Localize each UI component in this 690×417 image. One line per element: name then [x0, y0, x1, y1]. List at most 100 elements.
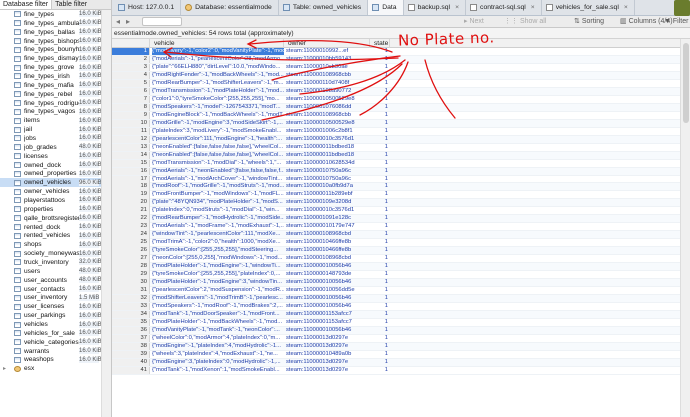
cell-vehicle[interactable]: {"modTransmission":-1,"modPlateHolder":-…	[152, 88, 284, 95]
cell-owner[interactable]: steam:11000010cb30ae	[286, 64, 370, 71]
table-row[interactable]: 13 {"neonEnabled":[false,false,false,fals…	[112, 143, 680, 152]
table-row[interactable]: 23 {"modAerials":-1,"modFrame":-1,"modExh…	[112, 223, 680, 232]
cell-state[interactable]: 1	[372, 136, 388, 143]
cell-state[interactable]: 1	[372, 351, 388, 358]
column-header-vehicle[interactable]: vehicle	[152, 39, 284, 48]
cell-owner[interactable]: steam:1100000148793de	[286, 271, 370, 278]
table-tree-item[interactable]: truck_inventory 32.0 KiB	[0, 258, 111, 267]
cell-vehicle[interactable]: {"modRearBumper":-1,"modHydrolic":-1,"mo…	[152, 215, 284, 222]
table-tree-item[interactable]: properties 16.0 KiB	[0, 205, 111, 214]
cell-vehicle[interactable]: {"modGrille":-1,"modEngine":3,"modSideSk…	[152, 120, 284, 127]
query-tab[interactable]: Database: essentialmode	[181, 0, 279, 15]
cell-owner[interactable]: steam:11000010bb59143	[286, 56, 370, 63]
table-row[interactable]: 16 {"modAerials":-1,"neonEnabled":[false,…	[112, 167, 680, 176]
cell-state[interactable]: 1	[372, 263, 388, 270]
cell-state[interactable]: 1	[372, 56, 388, 63]
table-tree-item[interactable]: fine_types_rodriguez 16.0 KiB	[0, 99, 111, 108]
cell-vehicle[interactable]: {"wheels":3,"plateIndex":4,"modExhaust":…	[152, 351, 284, 358]
cell-owner[interactable]: steam:11000013d0297e	[286, 359, 370, 366]
table-row[interactable]: 14 {"neonEnabled":[false,false,false,fals…	[112, 151, 680, 160]
cell-owner[interactable]: steam:110000011bdbed18	[286, 152, 370, 159]
table-row[interactable]: 2 {"modAerials":-1,"pearlescentColor":28,…	[112, 55, 680, 64]
table-row[interactable]: 36 {"modVanityPlate":-1,"modTank":-1,"neo…	[112, 326, 680, 335]
table-tree-item[interactable]: licenses 16.0 KiB	[0, 152, 111, 161]
cell-vehicle[interactable]: {"pearlescentColor":111,"modEngine":-1,"…	[152, 136, 284, 143]
cell-owner[interactable]: steam:110000010628534d	[286, 160, 370, 167]
cell-state[interactable]: 1	[372, 239, 388, 246]
table-row[interactable]: 39 {"wheels":3,"plateIndex":4,"modExhaust…	[112, 350, 680, 359]
table-tree-item[interactable]: owned_vehicles 96.0 KiB	[0, 178, 111, 188]
table-tree-item[interactable]: rented_dock 16.0 KiB	[0, 223, 111, 232]
cell-owner[interactable]: steam:11000001153afcc7	[286, 311, 370, 318]
next-button[interactable]: ▸ Next	[464, 16, 484, 28]
table-tree-item[interactable]: fine_types_bounyh... 16.0 KiB	[0, 45, 111, 54]
cell-state[interactable]: 1	[372, 191, 388, 198]
cell-owner[interactable]: steam:110000108968cbd	[286, 255, 370, 262]
table-row[interactable]: 27 {"neonColor":[255,0,255],"modWindows":…	[112, 255, 680, 264]
table-tree-item[interactable]: weashops 16.0 KiB	[0, 356, 111, 365]
cell-vehicle[interactable]: {"modSpeakers":-1,"modRoof":-1,"modBrake…	[152, 303, 284, 310]
cell-state[interactable]: 1	[372, 327, 388, 334]
cell-owner[interactable]: steam:110000010056b46	[286, 279, 370, 286]
cell-owner[interactable]: steam:110000010056b46	[286, 303, 370, 310]
cell-state[interactable]: 1	[372, 72, 388, 79]
cell-vehicle[interactable]: {"modTrimA":-1,"color2":0,"health":1000,…	[152, 239, 284, 246]
expand-icon[interactable]: ▸	[3, 365, 6, 372]
close-tab-icon[interactable]: ×	[531, 0, 535, 15]
cell-vehicle[interactable]: {"modPlateHolder":-1,"modEngine":-1,"win…	[152, 263, 284, 270]
table-row[interactable]: 11 {"plateIndex":3,"modLivery":-1,"modSmo…	[112, 127, 680, 136]
cell-state[interactable]: 1	[372, 223, 388, 230]
table-row[interactable]: 10 {"modGrille":-1,"modEngine":3,"modSide…	[112, 119, 680, 128]
cell-state[interactable]: 1	[372, 168, 388, 175]
cell-vehicle[interactable]: {"modAerials":-1,"pearlescentColor":28,"…	[152, 56, 284, 63]
cell-vehicle[interactable]: {"plateIndex":0,"modStruts":-1,"modDial"…	[152, 207, 284, 214]
table-row[interactable]: 30 {"modPlateHolder":-1,"modEngine":3,"wi…	[112, 279, 680, 288]
table-row[interactable]: 22 {"modRearBumper":-1,"modHydrolic":-1,"…	[112, 215, 680, 224]
table-tree-item[interactable]: job_grades 48.0 KiB	[0, 143, 111, 152]
cell-vehicle[interactable]: {"modRearBumper":-1,"modShifterLeavers":…	[152, 80, 284, 87]
cell-vehicle[interactable]: {"modEngine":3,"plateIndex":0,"modHydrol…	[152, 359, 284, 366]
table-row[interactable]: 29 {"tyreSmokeColor":[255,255,255],"plate…	[112, 271, 680, 280]
cell-owner[interactable]: steam:11000010750a96c	[286, 168, 370, 175]
cell-owner[interactable]: steam:1100001076086dd	[286, 104, 370, 111]
cell-vehicle[interactable]: {"color1":0,"tyreSmokeColor":[255,255,25…	[152, 96, 284, 103]
show-all-button[interactable]: ⋮⋮ Show all	[504, 16, 546, 28]
cell-vehicle[interactable]: {"plate":"66ELH880","dirtLevel":10.0,"mo…	[152, 64, 284, 71]
cell-vehicle[interactable]: {"tyreSmokeColor":[255,255,255],"modStee…	[152, 247, 284, 254]
cell-vehicle[interactable]: {"modTank":-1,"modDoorSpeaker":-1,"modFr…	[152, 311, 284, 318]
cell-vehicle[interactable]: {"modTransmission":-1,"modDial":-1,"whee…	[152, 160, 284, 167]
table-tree-item[interactable]: fine_types_dismay 16.0 KiB	[0, 54, 111, 63]
cell-vehicle[interactable]: {"wheelColor":0,"modArmor":4,"plateIndex…	[152, 335, 284, 342]
table-row[interactable]: 33 {"modSpeakers":-1,"modRoof":-1,"modBra…	[112, 303, 680, 311]
cell-vehicle[interactable]: {"modAerials":-1,"modArchCover":-1,"wind…	[152, 176, 284, 183]
cell-state[interactable]: 1	[372, 120, 388, 127]
cell-owner[interactable]: steam:11000010500529e8	[286, 96, 370, 103]
cell-state[interactable]: 1	[372, 343, 388, 350]
table-row[interactable]: 15 {"modTransmission":-1,"modDial":-1,"wh…	[112, 159, 680, 168]
cell-vehicle[interactable]: {"windowTint":-1,"pearlescentColor":111,…	[152, 231, 284, 238]
cell-state[interactable]: 1	[372, 199, 388, 206]
cell-owner[interactable]: steam:110000010c3576d1	[286, 207, 370, 214]
cell-state[interactable]: 1	[372, 367, 388, 374]
table-row[interactable]: 19 {"modFrontBumper":-1,"modWindows":-1,"…	[112, 191, 680, 200]
cell-owner[interactable]: steam:110000010056b46	[286, 295, 370, 302]
table-row[interactable]: 18 {"modRoof":-1,"modGrille":-1,"modStrut…	[112, 183, 680, 192]
cell-vehicle[interactable]: {"modFrontBumper":-1,"modWindows":-1,"mo…	[152, 191, 284, 198]
table-tree-item[interactable]: fine_types_bishops 16.0 KiB	[0, 37, 111, 46]
cell-owner[interactable]: steam:110000010489a0b	[286, 351, 370, 358]
cell-owner[interactable]: steam:11000010500529e8	[286, 120, 370, 127]
table-row[interactable]: 31 {"pearlescentColor":2,"modSuspension":…	[112, 287, 680, 296]
table-tree-item[interactable]: warrants 16.0 KiB	[0, 347, 111, 356]
table-tree-item[interactable]: society_moneywash 16.0 KiB	[0, 249, 111, 258]
table-tree-item[interactable]: fine_types_rebel 16.0 KiB	[0, 90, 111, 99]
cell-vehicle[interactable]: {"pearlescentColor":2,"modSuspension":-1…	[152, 287, 284, 294]
table-row[interactable]: 12 {"pearlescentColor":111,"modEngine":-1…	[112, 135, 680, 144]
cell-state[interactable]: 1	[372, 88, 388, 95]
table-tree-item[interactable]: esx ▸	[0, 364, 111, 373]
cell-state[interactable]: 1	[372, 104, 388, 111]
table-row[interactable]: 28 {"modPlateHolder":-1,"modEngine":-1,"w…	[112, 263, 680, 272]
cell-state[interactable]: 1	[372, 271, 388, 278]
table-tree-item[interactable]: fine_types_vagos 16.0 KiB	[0, 107, 111, 116]
table-row[interactable]: 40 {"modEngine":3,"plateIndex":0,"modHydr…	[112, 358, 680, 367]
table-row[interactable]: 21 {"plateIndex":0,"modStruts":-1,"modDia…	[112, 207, 680, 216]
